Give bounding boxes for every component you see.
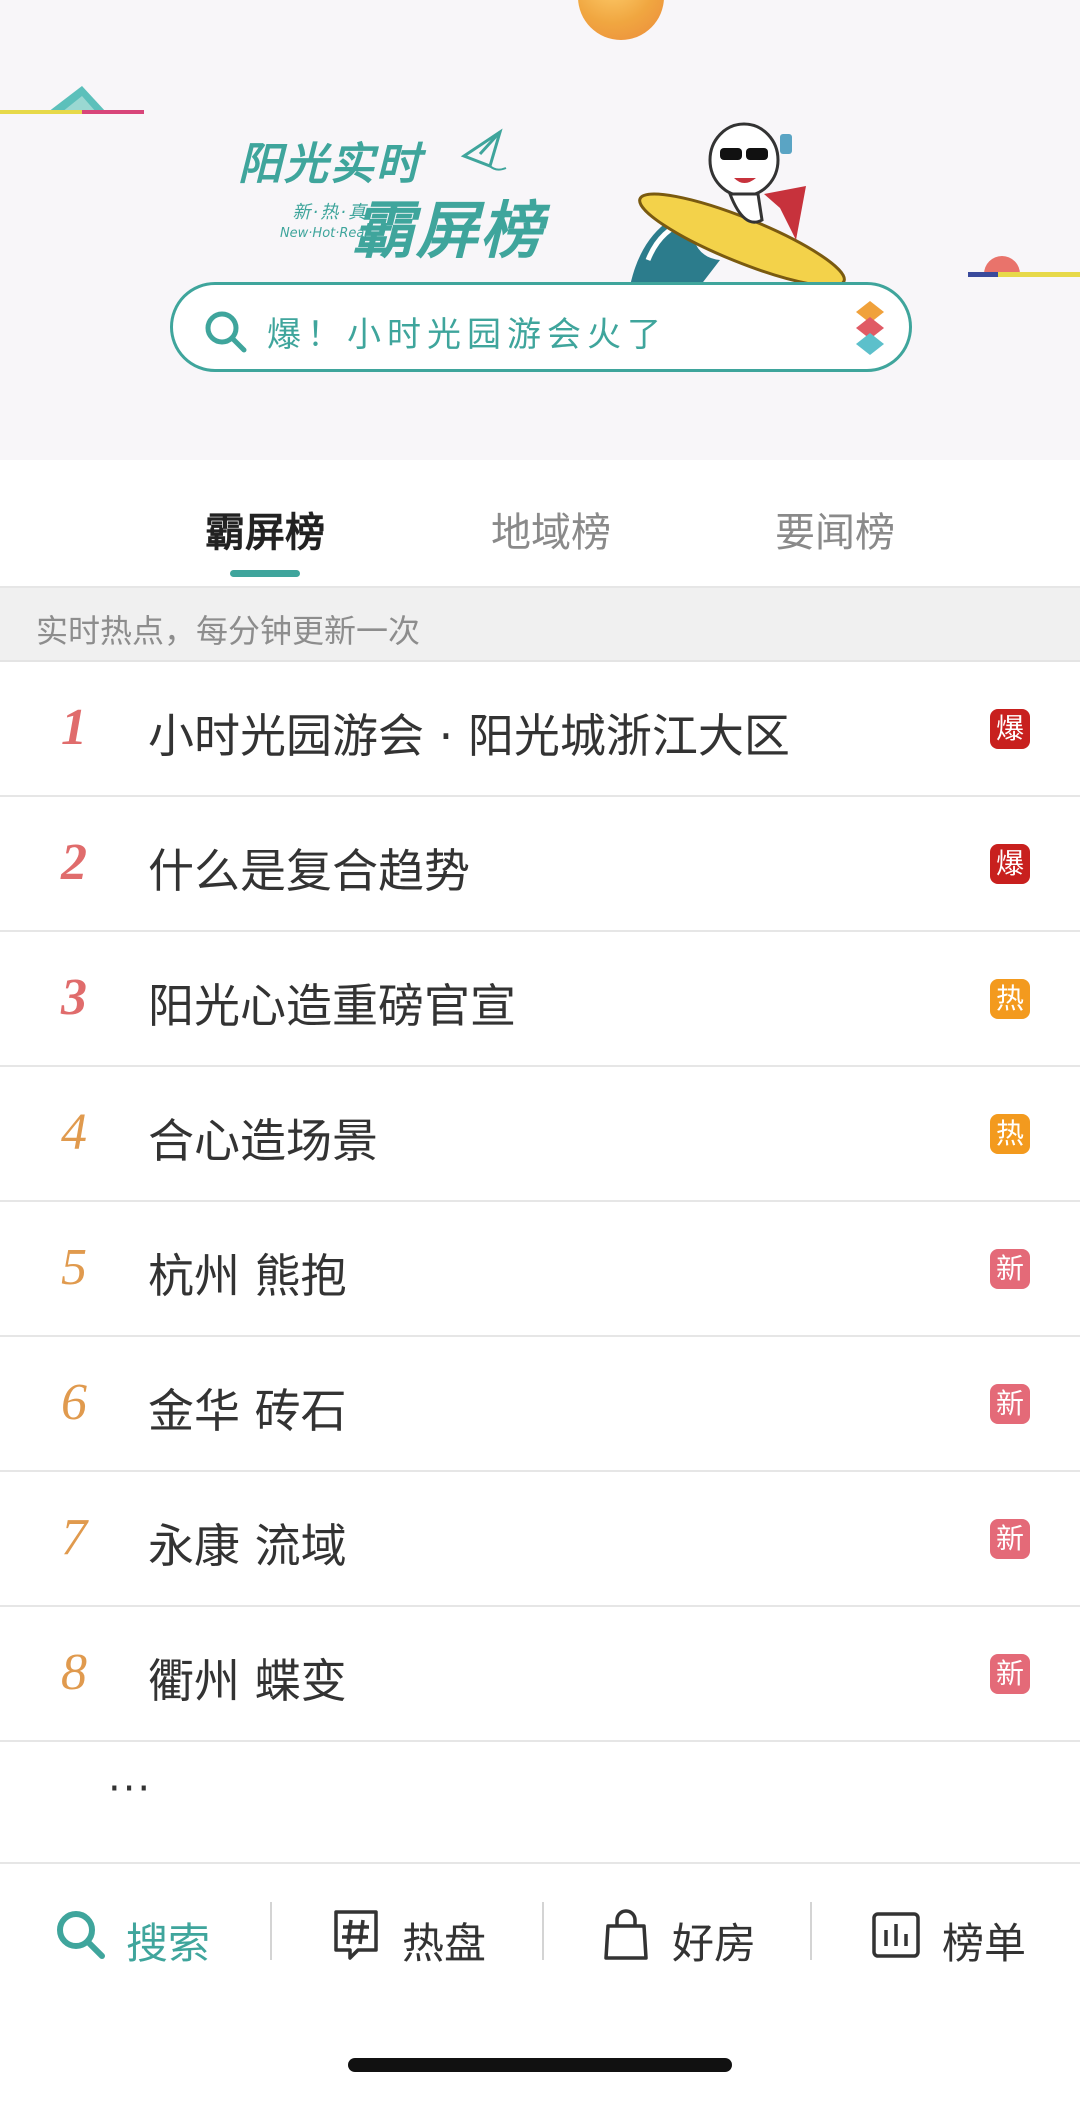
status-badge: 新 (990, 1654, 1030, 1694)
search-placeholder: 爆！小时光园游会火了 (267, 315, 667, 355)
hashtag-icon (334, 1910, 378, 1960)
nav-rankings-label: 榜单 (942, 1919, 1027, 1968)
rank-number: 4 (61, 1104, 87, 1161)
list-item[interactable]: 6 金华 砖石 新 (0, 1337, 1080, 1472)
update-notice: 实时热点，每分钟更新一次 (0, 588, 1080, 662)
list-item[interactable]: 1 小时光园游会 · 阳光城浙江大区 爆 (0, 662, 1080, 797)
status-badge: 新 (990, 1384, 1030, 1424)
nav-separator (810, 1902, 812, 1960)
rank-number: 3 (61, 969, 87, 1026)
list-item[interactable]: 2 什么是复合趋势 爆 (0, 797, 1080, 932)
sun-decoration (578, 0, 664, 40)
sunset-decoration-icon (968, 256, 1080, 277)
tab-yaowenbang[interactable]: 要闻榜 (770, 500, 900, 558)
hero-banner: 阳光实时 新·热·真 New·Hot·Real 霸屏榜 爆！小时光园游会火了 (0, 0, 1080, 460)
nav-search[interactable]: 搜索 (52, 1904, 222, 1968)
search-icon (57, 1911, 105, 1959)
item-title: 永康 流域 (148, 1519, 347, 1573)
nav-good-homes-label: 好房 (672, 1919, 757, 1968)
rank-number: 6 (61, 1374, 87, 1431)
rank-number: 8 (61, 1644, 87, 1701)
status-badge: 新 (990, 1249, 1030, 1289)
search-bar[interactable]: 爆！小时光园游会火了 (170, 282, 912, 372)
ranking-tabs: 霸屏榜 地域榜 要闻榜 (0, 460, 1080, 588)
list-item[interactable]: 4 合心造场景 热 (0, 1067, 1080, 1202)
status-badge: 爆 (990, 844, 1030, 884)
rank-number: 1 (61, 699, 87, 756)
item-title: 衢州 蝶变 (148, 1654, 347, 1708)
layers-icon (856, 301, 884, 355)
item-title: 小时光园游会 · 阳光城浙江大区 (148, 709, 790, 763)
nav-separator (270, 1902, 272, 1960)
active-tab-indicator (230, 570, 300, 577)
list-item[interactable]: 3 阳光心造重磅官宣 热 (0, 932, 1080, 1067)
bottom-navigation: 搜索 热盘 好房 榜单 (0, 1862, 1080, 2002)
paper-plane-icon (460, 128, 507, 171)
home-indicator[interactable] (348, 2058, 732, 2072)
status-badge: 热 (990, 1114, 1030, 1154)
nav-rankings[interactable]: 榜单 (868, 1904, 1038, 1968)
list-item[interactable]: 7 永康 流域 新 (0, 1472, 1080, 1607)
status-badge: 热 (990, 979, 1030, 1019)
nav-search-label: 搜索 (126, 1919, 211, 1968)
surfing-mascot-icon (630, 122, 846, 288)
list-item[interactable]: 5 杭州 熊抱 新 (0, 1202, 1080, 1337)
ranking-list: 1 小时光园游会 · 阳光城浙江大区 爆 2 什么是复合趋势 爆 3 阳光心造重… (0, 662, 1080, 1860)
status-badge: 新 (990, 1519, 1030, 1559)
bar-chart-icon (872, 1912, 920, 1958)
list-item[interactable]: 8 衢州 蝶变 新 (0, 1607, 1080, 1742)
more-items-row[interactable]: ··· (0, 1742, 1080, 1860)
logo-subtitle: 霸屏榜 (352, 194, 545, 267)
nav-separator (542, 1902, 544, 1960)
item-title: 合心造场景 (148, 1114, 378, 1168)
tab-diyubang[interactable]: 地域榜 (486, 500, 616, 558)
nav-hot-properties[interactable]: 热盘 (328, 1904, 498, 1968)
item-title: 什么是复合趋势 (148, 844, 470, 898)
rank-number: 7 (61, 1509, 87, 1566)
status-badge: 爆 (990, 709, 1030, 749)
brand-logo: 阳光实时 新·热·真 New·Hot·Real 霸屏榜 (236, 128, 616, 267)
tab-bapingbang[interactable]: 霸屏榜 (200, 500, 330, 558)
mountain-decoration-icon (0, 86, 144, 114)
nav-hot-properties-label: 热盘 (402, 1919, 487, 1968)
shopping-bag-icon (604, 1909, 648, 1960)
more-ellipsis: ··· (108, 1766, 153, 1812)
item-title: 杭州 熊抱 (148, 1249, 347, 1303)
search-icon (205, 311, 247, 353)
update-notice-text: 实时热点，每分钟更新一次 (36, 612, 421, 650)
nav-good-homes[interactable]: 好房 (598, 1904, 768, 1968)
item-title: 阳光心造重磅官宣 (148, 979, 516, 1033)
rank-number: 2 (61, 834, 87, 891)
rank-number: 5 (61, 1239, 87, 1296)
item-title: 金华 砖石 (148, 1384, 347, 1438)
